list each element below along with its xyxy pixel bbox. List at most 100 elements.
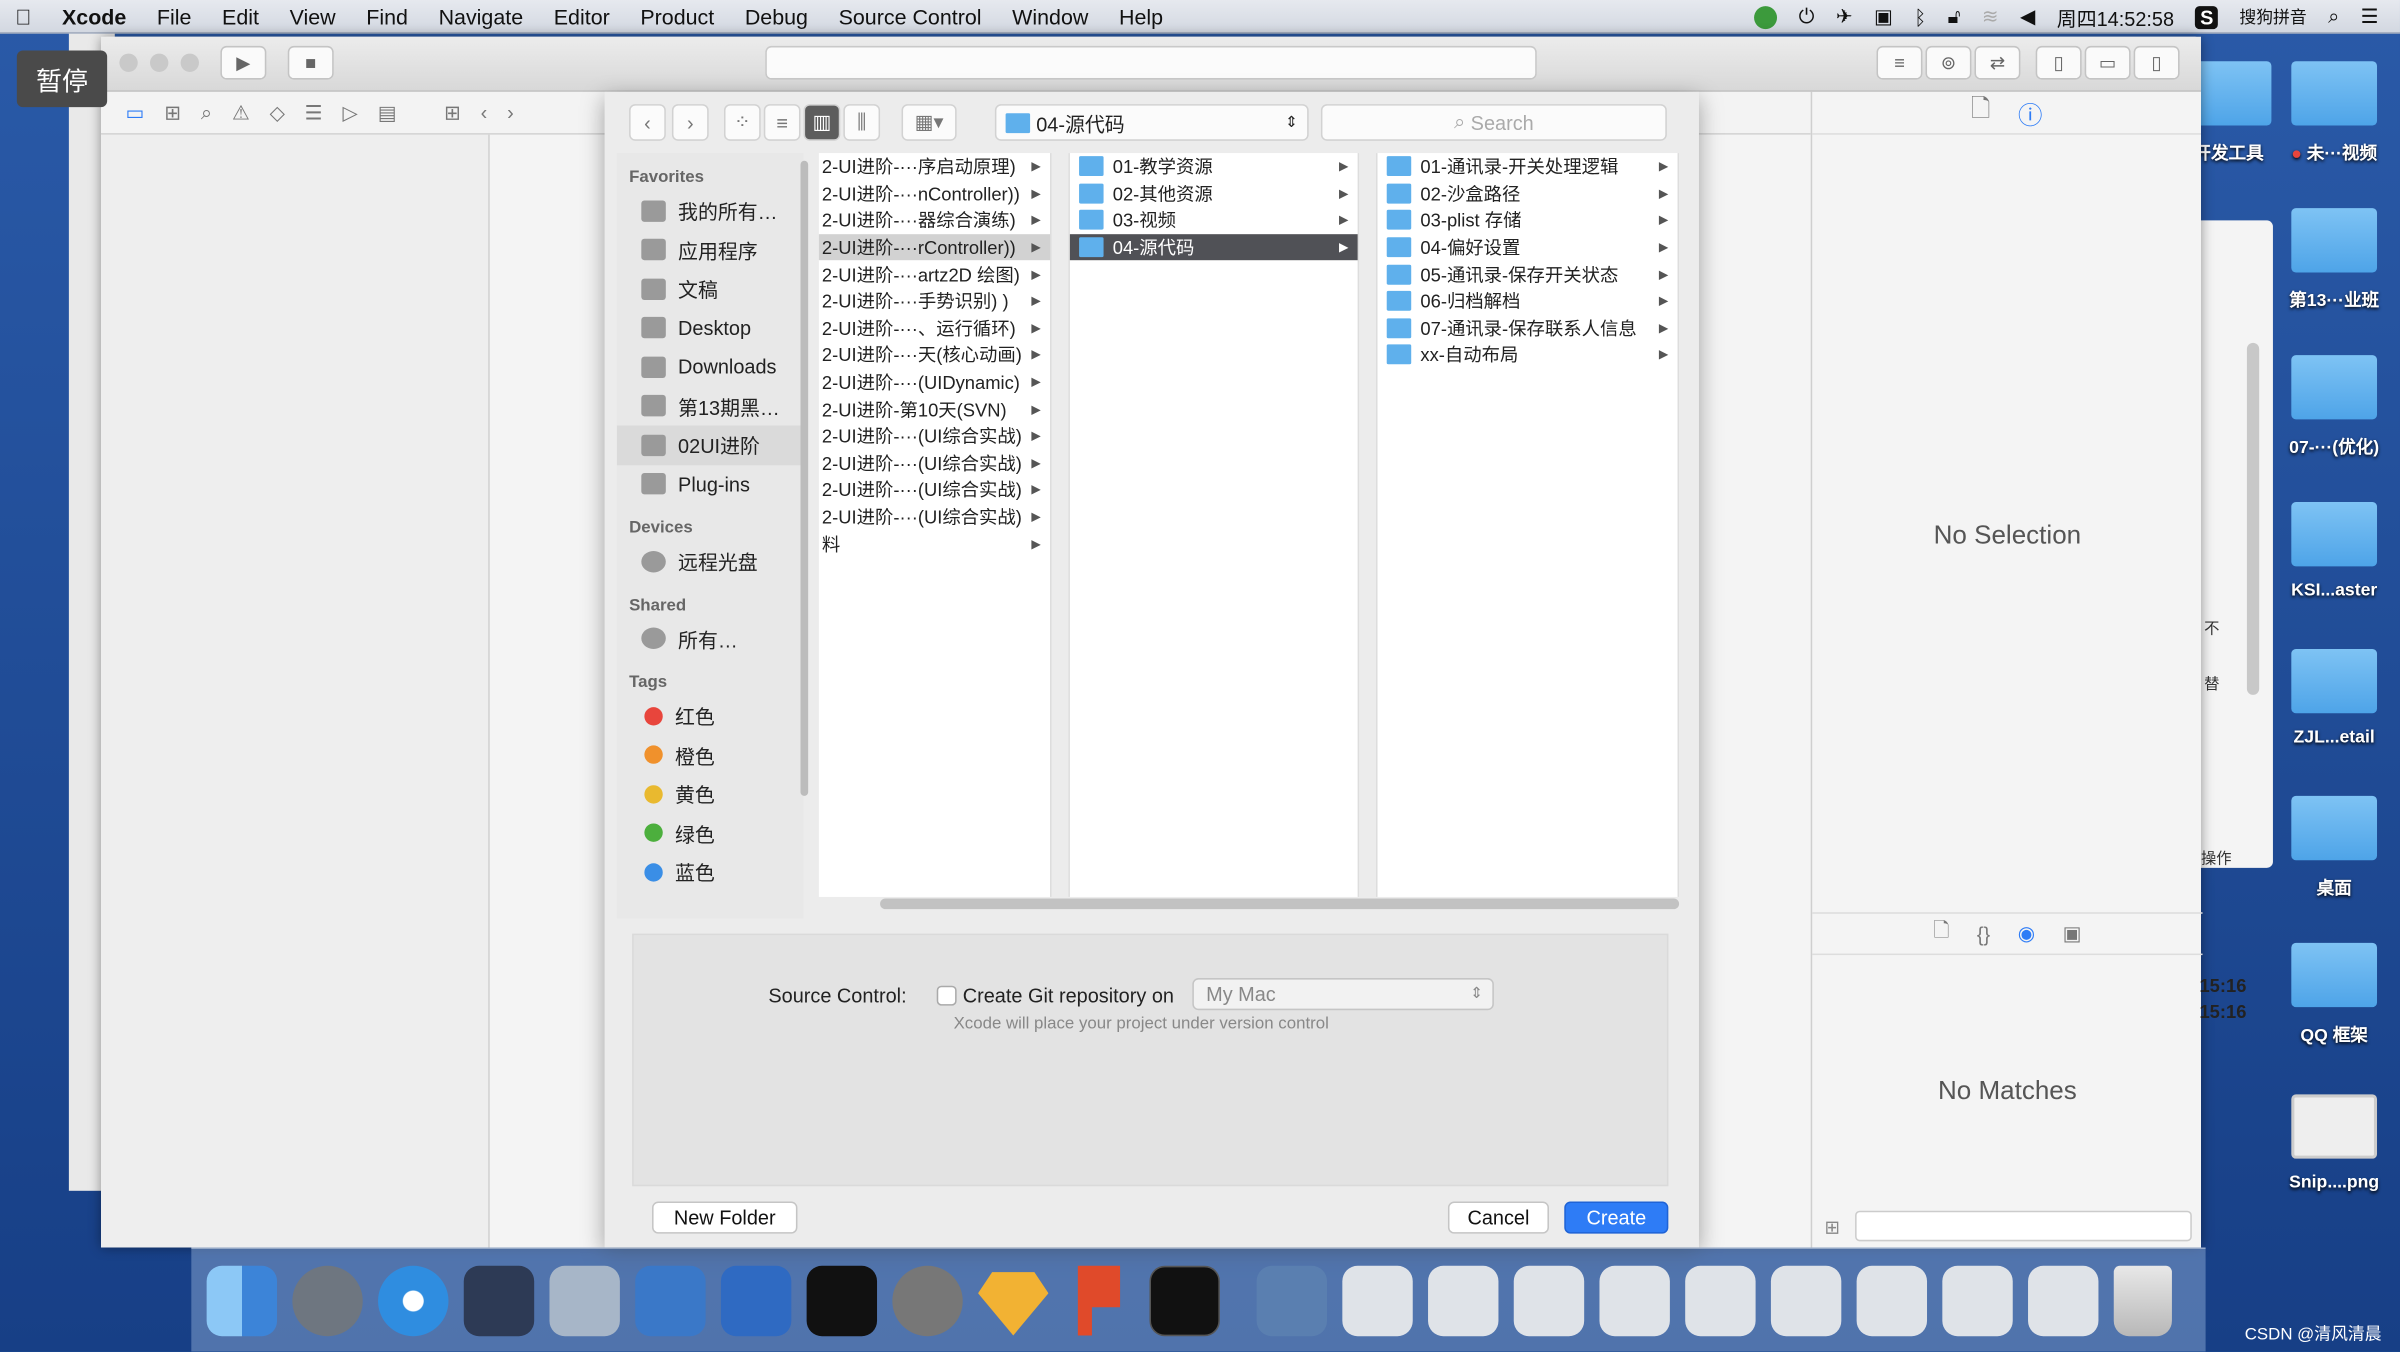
grid-view-icon[interactable]: ⊞ <box>1824 1217 1839 1238</box>
quicktime-icon[interactable] <box>1256 1265 1328 1336</box>
system-preferences-icon[interactable] <box>892 1265 963 1336</box>
imovie-icon[interactable] <box>549 1265 620 1336</box>
terminal-icon[interactable] <box>806 1265 878 1336</box>
file-row[interactable]: 2-UI进阶-···序启动原理) ▶ <box>819 153 1050 180</box>
minimized-window[interactable] <box>2028 1265 2099 1336</box>
file-row[interactable]: 04-源代码 ▶ <box>1069 233 1358 261</box>
library-filter-input[interactable] <box>1855 1210 2192 1242</box>
menu-debug[interactable]: Debug <box>730 4 824 28</box>
menu-editor[interactable]: Editor <box>538 4 625 28</box>
bluetooth-icon[interactable]: ᛒ <box>1914 5 1926 28</box>
scrollbar[interactable] <box>2246 342 2260 695</box>
sidebar-item-favorite[interactable]: Plug-ins <box>617 465 804 504</box>
xcode-icon[interactable] <box>635 1265 706 1336</box>
menu-source-control[interactable]: Source Control <box>823 4 997 28</box>
sidebar-item-shared[interactable]: 所有… <box>617 619 804 658</box>
menu-window[interactable]: Window <box>997 4 1104 28</box>
test-navigator-icon[interactable]: ◇ <box>270 100 285 124</box>
desktop-folder[interactable]: ● 未···视频 <box>2281 61 2388 165</box>
sidebar-item-favorite[interactable]: Downloads <box>617 347 804 386</box>
desktop-folder[interactable]: 07-···(优化) <box>2281 355 2388 459</box>
project-navigator-icon[interactable]: ▭ <box>126 100 145 124</box>
close-button[interactable] <box>119 53 138 72</box>
version-editor-icon[interactable]: ⇄ <box>1974 45 2021 80</box>
sidebar-item-favorite[interactable]: 文稿 <box>617 269 804 308</box>
file-row[interactable]: 2-UI进阶-···(UI综合实战) ▶ <box>819 503 1050 530</box>
desktop-file[interactable]: Snip....png <box>2281 1094 2388 1192</box>
file-row[interactable]: 料 ▶ <box>819 530 1050 557</box>
pause-badge[interactable]: 暂停 <box>16 50 108 108</box>
file-row[interactable]: 01-教学资源 ▶ <box>1070 153 1358 180</box>
icon-view-button[interactable]: ⁘ <box>723 104 761 141</box>
file-inspector-icon[interactable]: 🗋︎ <box>1971 92 1991 133</box>
menu-help[interactable]: Help <box>1104 4 1179 28</box>
mouse-app-icon[interactable] <box>463 1265 535 1336</box>
file-row[interactable]: 01-通讯录-开关处理逻辑 ▶ <box>1378 153 1678 180</box>
minimized-window[interactable] <box>1599 1265 1670 1336</box>
sidebar-item-device[interactable]: 远程光盘 <box>617 542 804 581</box>
git-checkbox-label[interactable]: Create Git repository on <box>954 984 1174 1007</box>
menu-file[interactable]: File <box>142 4 207 28</box>
minimize-button[interactable] <box>149 53 169 72</box>
camera-icon[interactable]: ▣ <box>1874 5 1893 29</box>
find-navigator-icon[interactable]: ⌕ <box>201 100 212 124</box>
file-row[interactable]: 2-UI进阶-···rController)) ▶ <box>818 233 1050 261</box>
run-button[interactable]: ▶ <box>220 45 267 80</box>
media-library-icon[interactable]: ▣ <box>2063 921 2082 945</box>
minimized-window[interactable] <box>1685 1265 1756 1336</box>
sidebar-item-favorite[interactable]: 应用程序 <box>617 230 804 269</box>
notification-center-icon[interactable]: ☰ <box>2361 5 2379 29</box>
desktop-folder[interactable]: ZJL...etail <box>2281 648 2388 747</box>
menu-app[interactable]: Xcode <box>47 4 142 28</box>
menu-find[interactable]: Find <box>351 4 423 28</box>
file-row[interactable]: 2-UI进阶-···nController)) ▶ <box>819 180 1050 207</box>
new-folder-button[interactable]: New Folder <box>652 1201 798 1234</box>
safari-icon[interactable] <box>378 1265 449 1336</box>
desktop-folder[interactable]: 第13···业班 <box>2281 208 2388 312</box>
app-status-icon[interactable] <box>1754 5 1778 29</box>
debug-navigator-icon[interactable]: ☰ <box>305 100 323 124</box>
sidebar-item-favorite[interactable]: 第13期黑… <box>617 386 804 425</box>
horizontal-scrollbar[interactable] <box>880 898 1680 910</box>
sidebar-scrollbar[interactable] <box>800 160 809 796</box>
file-row[interactable]: 02-沙盒路径 ▶ <box>1378 180 1678 207</box>
coverflow-view-button[interactable]: ⫼ <box>843 104 881 141</box>
menu-edit[interactable]: Edit <box>207 4 275 28</box>
search-field[interactable]: ⌕ Search <box>1320 104 1667 141</box>
arrange-button[interactable]: ▦▾ <box>901 104 957 141</box>
cancel-button[interactable]: Cancel <box>1447 1201 1549 1234</box>
file-row[interactable]: 2-UI进阶-···artz2D 绘图) ▶ <box>819 261 1050 288</box>
lock-icon[interactable]: 🔓︎ <box>1948 5 1961 29</box>
file-row[interactable]: 2-UI进阶-···天(核心动画) ▶ <box>819 342 1050 369</box>
file-row[interactable]: 2-UI进阶-···(UIDynamic) ▶ <box>819 368 1050 395</box>
forward-button[interactable]: › <box>671 104 709 141</box>
column-view-button[interactable]: ▥ <box>803 104 841 141</box>
file-row[interactable]: 05-通讯录-保存开关状态 ▶ <box>1378 261 1678 288</box>
file-row[interactable]: 03-视频 ▶ <box>1070 207 1358 234</box>
symbol-navigator-icon[interactable]: ⊞ <box>164 100 181 124</box>
file-row[interactable]: 07-通讯录-保存联系人信息 ▶ <box>1378 315 1678 342</box>
volume-icon[interactable]: ◀ <box>2020 5 2035 29</box>
toggle-utilities-icon[interactable]: ▯ <box>2133 45 2180 80</box>
file-row[interactable]: 2-UI进阶-···(UI综合实战) ▶ <box>819 449 1050 476</box>
breakpoint-navigator-icon[interactable]: ▷ <box>343 100 358 124</box>
ime-icon[interactable]: S <box>2195 5 2218 29</box>
desktop-folder[interactable]: QQ 框架 <box>2281 942 2388 1047</box>
file-row[interactable]: 03-plist 存储 ▶ <box>1378 207 1678 234</box>
ime-label[interactable]: 搜狗拼音 <box>2239 5 2306 29</box>
launchpad-icon[interactable] <box>292 1265 363 1336</box>
zoom-button[interactable] <box>180 53 199 72</box>
quick-help-icon[interactable]: ⓘ <box>2018 94 2043 131</box>
desktop-folder[interactable]: 桌面 <box>2281 795 2388 900</box>
file-row[interactable]: 02-其他资源 ▶ <box>1070 180 1358 207</box>
code-snippet-icon[interactable]: {} <box>1977 922 1990 945</box>
minimized-window[interactable] <box>1770 1265 1842 1336</box>
minimized-window[interactable] <box>1856 1265 1928 1336</box>
sketch-icon[interactable] <box>978 1272 1049 1336</box>
power-icon[interactable]: ⏻ <box>1799 5 1815 29</box>
path-popup[interactable]: 04-源代码 ⇕ <box>994 104 1309 141</box>
file-row[interactable]: xx-自动布局 ▶ <box>1378 342 1678 369</box>
minimized-window[interactable] <box>1513 1265 1585 1336</box>
file-row[interactable]: 2-UI进阶-···(UI综合实战) ▶ <box>819 476 1050 503</box>
issue-navigator-icon[interactable]: ⚠ <box>232 100 250 124</box>
